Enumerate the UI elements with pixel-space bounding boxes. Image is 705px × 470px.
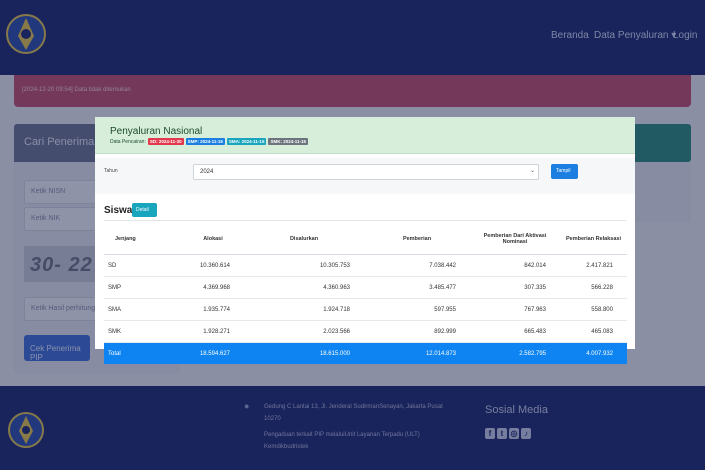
table-header-row: Jenjang Alokasi Disalurkan Pemberian Pem… <box>104 223 627 255</box>
total-disalurkan: 18.615.000 <box>244 342 364 364</box>
detail-button[interactable]: Detail <box>132 203 157 217</box>
total-alokasi: 18.594.627 <box>182 342 244 364</box>
cell-disalurkan: 2.023.566 <box>244 320 364 343</box>
cell-relaksasi: 2.417.821 <box>560 254 627 277</box>
cell-aktivasi-nominasi: 665.483 <box>470 320 560 343</box>
cell-jenjang: SMP <box>104 276 182 299</box>
tahun-select[interactable]: 2024 ⌄ <box>193 164 539 180</box>
cell-pemberian: 597.955 <box>364 298 470 321</box>
section-title-siswa: Siswa <box>104 205 133 216</box>
total-relaksasi: 4.007.932 <box>560 342 627 364</box>
cell-aktivasi-nominasi: 767.963 <box>470 298 560 321</box>
cell-alokasi: 4.369.968 <box>182 276 244 299</box>
badge-sma: SMA: 2024-11-15 <box>226 138 267 145</box>
col-header-alokasi: Alokasi <box>182 223 244 255</box>
cell-pemberian: 892.999 <box>364 320 470 343</box>
cell-disalurkan: 10.305.753 <box>244 254 364 277</box>
col-header-aktivasi-nominasi: Pemberian Dari Aktivasi Nominasi <box>470 223 560 255</box>
tahun-selected-value: 2024 <box>200 169 214 175</box>
penyaluran-modal: Penyaluran Nasional Data Pencairan: SD: 2… <box>95 117 635 364</box>
tahun-label: Tahun <box>104 168 118 174</box>
modal-title: Penyaluran Nasional <box>110 126 203 137</box>
cell-disalurkan: 1.924.718 <box>244 298 364 321</box>
cell-aktivasi-nominasi: 842.014 <box>470 254 560 277</box>
cell-alokasi: 1.935.774 <box>182 298 244 321</box>
col-header-disalurkan: Disalurkan <box>244 223 364 255</box>
cell-disalurkan: 4.360.963 <box>244 276 364 299</box>
col-header-pemberian: Pemberian <box>364 223 470 255</box>
col-header-relaksasi: Pemberian Relaksasi <box>560 223 627 255</box>
table-row: SMK 1.928.271 2.023.566 892.999 665.483 … <box>104 320 627 343</box>
chevron-down-icon: ⌄ <box>530 168 536 174</box>
cell-jenjang: SMK <box>104 320 182 343</box>
cell-pemberian: 7.038.442 <box>364 254 470 277</box>
cell-alokasi: 10.360.614 <box>182 254 244 277</box>
total-aktivasi-nominasi: 2.582.795 <box>470 342 560 364</box>
table-row: SD 10.360.614 10.305.753 7.038.442 842.0… <box>104 254 627 277</box>
cell-relaksasi: 566.228 <box>560 276 627 299</box>
filter-row: Tahun 2024 ⌄ Tampil <box>95 158 635 194</box>
cell-relaksasi: 558.800 <box>560 298 627 321</box>
cell-relaksasi: 465.083 <box>560 320 627 343</box>
cell-jenjang: SD <box>104 254 182 277</box>
total-pemberian: 12.014.873 <box>364 342 470 364</box>
cell-pemberian: 3.485.477 <box>364 276 470 299</box>
badge-sd: SD: 2024-11-30 <box>147 138 184 145</box>
badge-smk: SMK: 2024-11-15 <box>268 138 308 145</box>
penyaluran-table: Jenjang Alokasi Disalurkan Pemberian Pem… <box>104 223 627 364</box>
col-header-jenjang: Jenjang <box>104 223 182 255</box>
data-pencairan-row: Data Pencairan: SD: 2024-11-30 SMP: 2024-1… <box>110 138 308 145</box>
data-pencairan-label: Data Pencairan: <box>110 139 146 145</box>
modal-header: Penyaluran Nasional Data Pencairan: SD: 2… <box>95 117 635 154</box>
cell-aktivasi-nominasi: 307.335 <box>470 276 560 299</box>
table-row: SMA 1.935.774 1.924.718 597.955 767.963 … <box>104 298 627 321</box>
badge-smp: SMP: 2024-11-15 <box>185 138 225 145</box>
table-total-row: Total 18.594.627 18.615.000 12.014.873 2… <box>104 342 627 364</box>
table-row: SMP 4.369.968 4.360.963 3.485.477 307.33… <box>104 276 627 299</box>
total-label: Total <box>104 342 182 364</box>
cell-alokasi: 1.928.271 <box>182 320 244 343</box>
tampil-button[interactable]: Tampil <box>551 164 578 179</box>
divider <box>104 220 626 221</box>
cell-jenjang: SMA <box>104 298 182 321</box>
